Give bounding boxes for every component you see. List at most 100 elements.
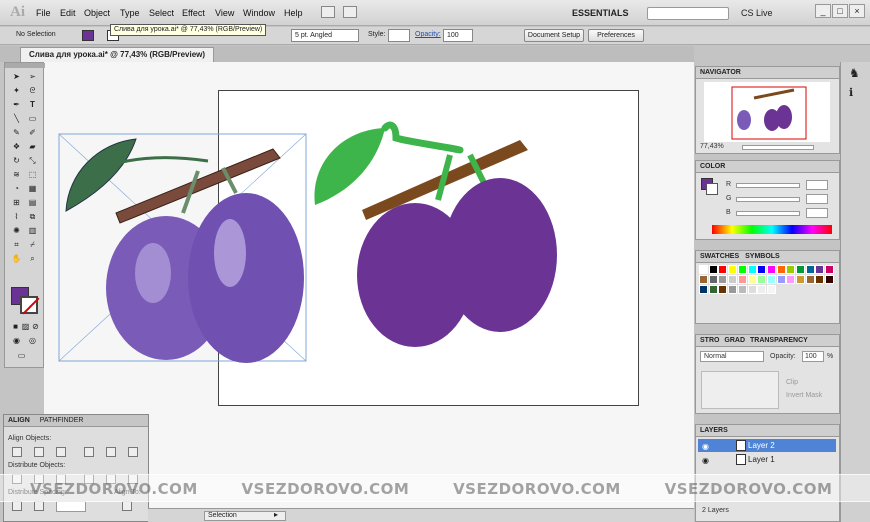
align-center-h-icon[interactable] <box>34 447 44 457</box>
distribute-v-space-icon[interactable] <box>12 501 22 511</box>
menu-view[interactable]: View <box>215 8 234 18</box>
workspace-switcher[interactable]: ESSENTIALS <box>572 8 629 18</box>
swatch[interactable] <box>766 285 776 294</box>
swatch[interactable] <box>728 265 738 274</box>
navigator-zoom-value[interactable]: 77,43% <box>700 143 724 150</box>
channel-r-input[interactable] <box>806 180 828 190</box>
transparency-opacity-input[interactable]: 100 <box>802 351 824 362</box>
tools-panel-grip[interactable] <box>5 63 45 68</box>
free-transform-tool-icon[interactable]: ⬚ <box>26 169 39 180</box>
swatch[interactable] <box>708 275 718 284</box>
swatch[interactable] <box>718 275 728 284</box>
channel-b-input[interactable] <box>806 208 828 218</box>
swatch[interactable] <box>747 265 757 274</box>
restore-icon[interactable]: □ <box>832 4 848 18</box>
menu-help[interactable]: Help <box>284 8 303 18</box>
style-select[interactable] <box>388 29 410 42</box>
menu-window[interactable]: Window <box>243 8 275 18</box>
menu-effect[interactable]: Effect <box>182 8 205 18</box>
stroke-tab[interactable]: STRO <box>700 337 719 344</box>
magic-wand-tool-icon[interactable]: ✦ <box>10 85 23 96</box>
swatch[interactable] <box>766 265 776 274</box>
visibility-eye-icon[interactable]: ◉ <box>702 442 709 451</box>
swatch[interactable] <box>805 275 815 284</box>
swatch[interactable] <box>737 275 747 284</box>
placed-plum-image[interactable] <box>58 133 308 363</box>
swatch[interactable] <box>815 275 825 284</box>
opacity-input[interactable]: 100 <box>443 29 473 42</box>
minimize-icon[interactable]: _ <box>815 4 831 18</box>
swatch[interactable] <box>699 275 708 284</box>
align-left-icon[interactable] <box>12 447 22 457</box>
mesh-tool-icon[interactable]: ⊞ <box>10 197 23 208</box>
rectangle-tool-icon[interactable]: ▭ <box>26 113 39 124</box>
document-info-icon[interactable]: ℹ <box>849 86 853 99</box>
swatch[interactable] <box>728 285 738 294</box>
paintbrush-tool-icon[interactable]: ✎ <box>10 127 23 138</box>
search-input[interactable] <box>647 7 729 20</box>
warp-tool-icon[interactable]: ≋ <box>10 169 23 180</box>
zoom-tool-icon[interactable]: ⌕ <box>26 253 39 264</box>
swatch[interactable] <box>766 275 776 284</box>
swatch[interactable] <box>776 275 786 284</box>
swatch[interactable] <box>757 285 767 294</box>
swatch[interactable] <box>786 275 796 284</box>
distribute-h-space-icon[interactable] <box>34 501 44 511</box>
color-stroke-swatch[interactable] <box>706 183 718 195</box>
transparency-tab[interactable]: TRANSPARENCY <box>750 337 808 344</box>
pen-tool-icon[interactable]: ✒ <box>10 99 23 110</box>
layer-row-layer2[interactable]: Layer 2 <box>698 439 836 452</box>
swatch[interactable] <box>728 275 738 284</box>
graph-tool-icon[interactable]: ▥ <box>26 225 39 236</box>
align-right-icon[interactable] <box>56 447 66 457</box>
channel-g-slider[interactable] <box>736 197 800 202</box>
mask-thumbnail[interactable] <box>701 371 779 409</box>
rotate-tool-icon[interactable]: ↻ <box>10 155 23 166</box>
swatch[interactable] <box>757 275 767 284</box>
pathfinder-tab[interactable]: PATHFINDER <box>40 417 84 424</box>
channel-b-slider[interactable] <box>736 211 800 216</box>
puppet-icon[interactable]: ♞ <box>849 66 860 80</box>
menu-edit[interactable]: Edit <box>60 8 76 18</box>
symbols-tab[interactable]: SYMBOLS <box>745 253 780 260</box>
swatch[interactable] <box>699 265 708 274</box>
status-arrow-icon[interactable]: ▸ <box>274 510 278 519</box>
document-setup-button[interactable]: Document Setup <box>524 29 584 42</box>
stroke-color-swatch[interactable] <box>20 296 38 314</box>
line-tool-icon[interactable]: ╲ <box>10 113 23 124</box>
shape-builder-tool-icon[interactable]: ◔ <box>10 183 23 194</box>
layer-row-layer1[interactable]: Layer 1 <box>698 453 836 466</box>
selection-tool-icon[interactable]: ➤ <box>10 71 23 82</box>
direct-selection-tool-icon[interactable]: ➢ <box>26 71 39 82</box>
bridge-icon[interactable] <box>321 6 335 18</box>
navigator-preview[interactable] <box>704 82 830 142</box>
blend-mode-select[interactable]: Normal <box>700 351 764 362</box>
color-spectrum[interactable] <box>712 225 832 234</box>
swatch-grid[interactable] <box>699 265 835 313</box>
lasso-tool-icon[interactable]: ᘓ <box>26 85 39 96</box>
type-tool-icon[interactable]: T <box>26 99 39 110</box>
eyedropper-tool-icon[interactable]: ⌇ <box>10 211 23 222</box>
align-top-icon[interactable] <box>84 447 94 457</box>
visibility-eye-icon[interactable]: ◉ <box>702 456 709 465</box>
swatch[interactable] <box>786 265 796 274</box>
eraser-tool-icon[interactable]: ▰ <box>26 141 39 152</box>
none-mode-icon[interactable]: ⊘ <box>29 321 42 332</box>
swatch[interactable] <box>825 265 835 274</box>
swatch[interactable] <box>699 285 708 294</box>
swatch[interactable] <box>718 285 728 294</box>
swatch[interactable] <box>708 285 718 294</box>
fill-swatch[interactable] <box>82 30 94 41</box>
clip-checkbox[interactable]: Clip <box>786 379 798 386</box>
arrange-documents-icon[interactable] <box>343 6 357 18</box>
swatch[interactable] <box>757 265 767 274</box>
hand-tool-icon[interactable]: ✋ <box>10 253 23 264</box>
swatch[interactable] <box>708 265 718 274</box>
swatch[interactable] <box>796 265 805 274</box>
scale-tool-icon[interactable]: ⤡ <box>26 155 39 166</box>
blob-brush-tool-icon[interactable]: ❖ <box>10 141 23 152</box>
align-bottom-icon[interactable] <box>128 447 138 457</box>
menu-type[interactable]: Type <box>120 8 140 18</box>
swatch[interactable] <box>825 275 835 284</box>
swatches-tab[interactable]: SWATCHES <box>700 253 739 260</box>
